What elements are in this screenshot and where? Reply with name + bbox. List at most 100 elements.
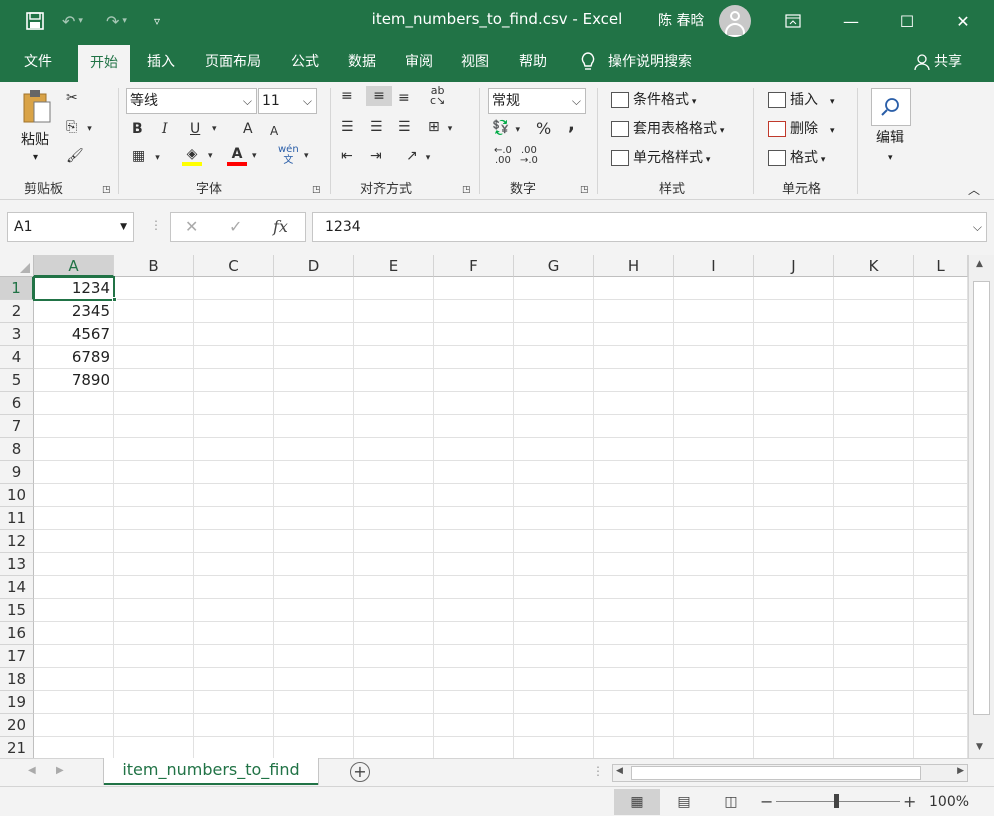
cell-b17[interactable] [114,645,194,668]
prev-sheet-icon[interactable]: ◀ [28,765,36,776]
cell-g17[interactable] [514,645,594,668]
cell-k20[interactable] [834,714,914,737]
cell-g11[interactable] [514,507,594,530]
cell-k9[interactable] [834,461,914,484]
cell-d1[interactable] [274,277,354,300]
close-icon[interactable]: ✕ [940,0,986,42]
cell-i1[interactable] [674,277,754,300]
cell-c16[interactable] [194,622,274,645]
tab-splitter-icon[interactable]: ⋮ [592,764,604,778]
column-header-i[interactable]: I [674,255,754,277]
conditional-formatting-button[interactable]: 条件格式 ▾ [611,90,696,112]
cell-e12[interactable] [354,530,434,553]
cell-k4[interactable] [834,346,914,369]
tab-data[interactable]: 数据 [338,42,386,82]
cell-k19[interactable] [834,691,914,714]
cell-i5[interactable] [674,369,754,392]
cell-k7[interactable] [834,415,914,438]
cell-f7[interactable] [434,415,514,438]
cell-j18[interactable] [754,668,834,691]
cell-i14[interactable] [674,576,754,599]
cell-b9[interactable] [114,461,194,484]
cell-a13[interactable] [34,553,114,576]
cell-f14[interactable] [434,576,514,599]
cancel-icon[interactable]: ✕ [185,217,198,236]
cell-a12[interactable] [34,530,114,553]
cell-b18[interactable] [114,668,194,691]
fill-handle[interactable] [112,297,117,302]
cell-b21[interactable] [114,737,194,758]
tell-me-search[interactable]: 操作说明搜索 [580,42,692,82]
cell-j15[interactable] [754,599,834,622]
format-cells-button[interactable]: 格式 ▾ [768,148,825,170]
cell-h12[interactable] [594,530,674,553]
cell-a2[interactable]: 2345 [34,300,114,323]
column-header-b[interactable]: B [114,255,194,277]
cell-f2[interactable] [434,300,514,323]
cell-d7[interactable] [274,415,354,438]
cell-e15[interactable] [354,599,434,622]
wrap-orientation-icon[interactable]: ab c↘ [430,85,445,106]
cell-h13[interactable] [594,553,674,576]
cell-g21[interactable] [514,737,594,758]
cell-l16[interactable] [914,622,968,645]
cell-h3[interactable] [594,323,674,346]
cell-l5[interactable] [914,369,968,392]
row-header-19[interactable]: 19 [0,691,34,714]
cell-h16[interactable] [594,622,674,645]
cell-i4[interactable] [674,346,754,369]
decrease-indent-icon[interactable]: ⇤ [341,146,353,166]
cell-l4[interactable] [914,346,968,369]
cell-c2[interactable] [194,300,274,323]
cell-d14[interactable] [274,576,354,599]
cell-c20[interactable] [194,714,274,737]
format-painter-icon[interactable]: 🖌 [66,146,84,166]
cell-j3[interactable] [754,323,834,346]
scroll-up-icon[interactable]: ▲ [976,259,983,269]
cell-k17[interactable] [834,645,914,668]
insert-function-button[interactable]: fx [273,217,288,236]
cell-c15[interactable] [194,599,274,622]
cell-a19[interactable] [34,691,114,714]
column-header-g[interactable]: G [514,255,594,277]
cell-f16[interactable] [434,622,514,645]
align-right-icon[interactable]: ☰ [398,117,411,137]
cell-e6[interactable] [354,392,434,415]
cell-a17[interactable] [34,645,114,668]
cell-e13[interactable] [354,553,434,576]
cell-h15[interactable] [594,599,674,622]
tab-formulas[interactable]: 公式 [282,42,328,82]
cell-f17[interactable] [434,645,514,668]
page-break-preview-icon[interactable]: ◫ [708,789,754,815]
cell-b16[interactable] [114,622,194,645]
cell-j8[interactable] [754,438,834,461]
cell-i11[interactable] [674,507,754,530]
merge-center-icon[interactable]: ⊞ ▾ [428,117,452,139]
cell-c5[interactable] [194,369,274,392]
cell-i21[interactable] [674,737,754,758]
cell-f20[interactable] [434,714,514,737]
borders-icon[interactable]: ▦ ▾ [132,146,160,168]
cell-e5[interactable] [354,369,434,392]
cell-i3[interactable] [674,323,754,346]
cell-j21[interactable] [754,737,834,758]
cell-k1[interactable] [834,277,914,300]
column-header-a[interactable]: A [34,255,114,277]
cell-l3[interactable] [914,323,968,346]
cell-e16[interactable] [354,622,434,645]
cell-c8[interactable] [194,438,274,461]
undo-icon[interactable]: ↶ ▾ [62,0,83,42]
grow-font-button[interactable]: A [243,119,253,139]
row-header-13[interactable]: 13 [0,553,34,576]
cell-h10[interactable] [594,484,674,507]
cell-i19[interactable] [674,691,754,714]
cell-j17[interactable] [754,645,834,668]
cell-b20[interactable] [114,714,194,737]
cell-g13[interactable] [514,553,594,576]
formula-input[interactable]: 1234 ⌵ [312,212,987,242]
cell-d2[interactable] [274,300,354,323]
select-all-button[interactable] [0,255,34,277]
maximize-icon[interactable]: ☐ [884,0,930,42]
cell-b11[interactable] [114,507,194,530]
cell-l19[interactable] [914,691,968,714]
